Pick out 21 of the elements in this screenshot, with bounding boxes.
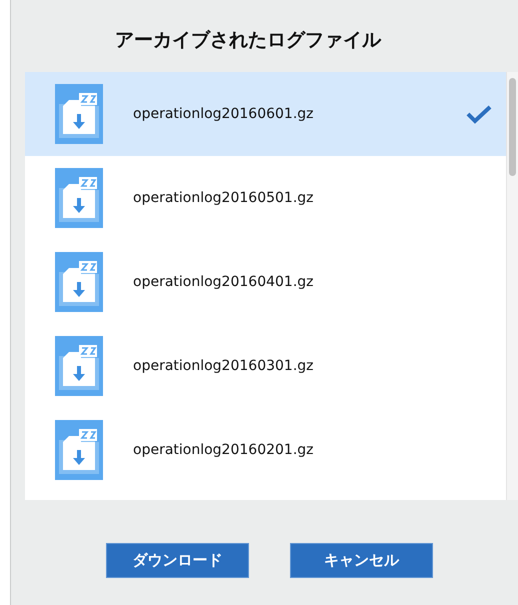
scrollbar-thumb[interactable] <box>509 78 516 176</box>
file-name: operationlog20160201.gz <box>133 440 315 460</box>
archive-file-icon <box>55 84 103 144</box>
file-row[interactable]: operationlog20160601.gz <box>25 72 506 156</box>
download-button[interactable]: ダウンロード <box>106 543 249 578</box>
cancel-button[interactable]: キャンセル <box>290 543 433 578</box>
archive-file-icon <box>55 252 103 312</box>
file-row[interactable]: operationlog20160301.gz <box>25 324 506 408</box>
file-row[interactable]: operationlog20160201.gz <box>25 408 506 492</box>
file-name: operationlog20160401.gz <box>133 272 315 292</box>
archive-file-icon <box>55 420 103 480</box>
scrollbar[interactable] <box>506 72 518 500</box>
file-row[interactable]: operationlog20160401.gz <box>25 240 506 324</box>
file-name: operationlog20160601.gz <box>133 104 315 124</box>
checkmark-icon <box>466 104 492 124</box>
file-name: operationlog20160301.gz <box>133 356 315 376</box>
archive-file-icon <box>55 336 103 396</box>
file-name: operationlog20160501.gz <box>133 188 315 208</box>
dialog-title: アーカイブされたログファイル <box>114 28 382 53</box>
archive-file-icon <box>55 168 103 228</box>
file-row[interactable]: operationlog20160501.gz <box>25 156 506 240</box>
